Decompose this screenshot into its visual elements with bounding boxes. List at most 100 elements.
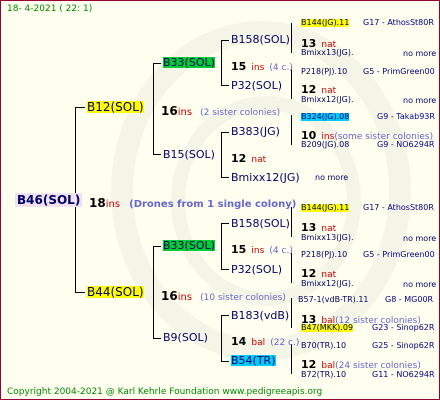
gen1-num: 16 (161, 289, 178, 303)
gen2-info: 15 ins (4 c.) (231, 57, 293, 73)
gen2-num: 14 (231, 335, 247, 348)
connector-line (291, 115, 292, 145)
gen4-code: G8 - MG00R (385, 295, 434, 304)
queen-node-gen2[interactable]: B9(SOL) (163, 332, 208, 343)
gen2-ins: bal (251, 338, 266, 348)
connector-line (153, 246, 161, 247)
gen4-code: no more (403, 280, 437, 289)
gen1-ins: ins (177, 292, 193, 303)
queen-node-gen2[interactable]: B15(SOL) (163, 149, 215, 160)
queen-node-gen4[interactable]: P218(PJ).10 (301, 68, 347, 76)
queen-node-gen3[interactable]: B158(SOL) (231, 218, 290, 229)
gen2-num: 15 (231, 60, 247, 73)
gen4-code: G23 - Sinop62R (372, 323, 435, 332)
queen-node-gen4[interactable]: B72(TR).10 (301, 371, 346, 379)
connector-line (221, 85, 229, 86)
gen2-info: 15 ins (4 c.) (231, 240, 293, 256)
queen-node-gen1[interactable]: B12(SOL) (87, 101, 144, 113)
gen3-info: 12 nat (301, 80, 336, 96)
pedigree-frame: 18- 4-2021 ( 22: 1) Copyright 2004-2021 … (0, 0, 440, 400)
connector-line (221, 223, 229, 224)
queen-node-gen4[interactable]: Bmixx12(JG). (301, 280, 354, 288)
gen2-ins: ins (251, 63, 265, 73)
gen2-num: 12 (231, 152, 247, 165)
gen1-info: 16ins (10 sister colonies) (161, 287, 286, 303)
connector-line (221, 132, 222, 178)
gen1-info: 16ins (2 sister colonies) (161, 102, 280, 118)
connector-line (221, 177, 229, 178)
connector-line (221, 361, 229, 362)
gen3-info: 12 nat (301, 264, 336, 280)
connector-line (75, 292, 85, 293)
gen4-code: no more (403, 96, 437, 105)
no-more-label: no more (315, 173, 349, 182)
queen-node-gen3[interactable]: B54(TR) (231, 355, 276, 366)
queen-node-gen4[interactable]: Bmixx13(JG). (301, 234, 354, 242)
queen-node-gen4[interactable]: B47(MKK).09 (301, 324, 354, 332)
gen3-info: 13 nat (301, 218, 336, 234)
queen-node-gen2[interactable]: B33(SOL) (163, 57, 215, 68)
queen-node-gen2[interactable]: B33(SOL) (163, 240, 215, 251)
queen-node-gen4[interactable]: B144(JG).11 (301, 204, 350, 212)
connector-line (153, 63, 154, 155)
connector-line (221, 315, 229, 316)
gen4-code: G25 - Sinop62R (372, 341, 435, 350)
gen1-ins: ins (177, 107, 193, 118)
queen-node-gen4[interactable]: B144(JG).11 (301, 19, 350, 27)
connector-line (75, 107, 85, 108)
gen4-code: G9 - NO6294R (377, 140, 435, 149)
connector-line (291, 23, 292, 53)
gen2-ins: ins (251, 246, 265, 256)
queen-node-gen3[interactable]: B158(SOL) (231, 34, 290, 45)
queen-node-root[interactable]: B46(SOL) (15, 193, 83, 207)
gen4-code: no more (403, 49, 437, 58)
gen4-code: G5 - PrimGreen00 (363, 250, 435, 259)
copyright-footer: Copyright 2004-2021 @ Karl Kehrle Founda… (7, 387, 323, 397)
connector-line (291, 298, 292, 328)
gen4-code: no more (403, 234, 437, 243)
queen-node-gen3[interactable]: P32(SOL) (231, 264, 282, 275)
queen-node-gen1[interactable]: B44(SOL) (87, 286, 144, 298)
connector-line (221, 132, 229, 133)
root-num: 18 (89, 196, 106, 210)
connector-line (153, 338, 161, 339)
gen1-note: (2 sister colonies) (200, 108, 281, 118)
connector-line (291, 344, 292, 374)
gen4-code: G17 - AthosSt80R (363, 18, 434, 27)
queen-node-gen3[interactable]: B383(JG) (231, 126, 280, 137)
connector-line (221, 40, 222, 86)
gen2-note: (4 c.) (269, 246, 293, 256)
connector-line (221, 40, 229, 41)
gen2-info: 12 nat (231, 149, 266, 165)
gen1-num: 16 (161, 104, 178, 118)
gen4-code: G11 - NO6294R (372, 370, 435, 379)
root-note: (Drones from 1 single colony) (129, 199, 297, 210)
gen4-code: G17 - AthosSt80R (363, 203, 434, 212)
connector-line (221, 269, 229, 270)
gen4-code: G9 - Takab93R (377, 112, 435, 121)
queen-node-gen4[interactable]: B70(TR).10 (301, 342, 346, 350)
queen-node-gen4[interactable]: Bmixx13(JG). (301, 49, 354, 57)
gen2-ins: nat (251, 155, 267, 165)
gen2-note: (22 c.) (270, 338, 300, 348)
connector-line (291, 253, 292, 283)
gen2-num: 15 (231, 243, 247, 256)
connector-line (153, 154, 161, 155)
queen-node-gen4[interactable]: B209(JG).08 (301, 141, 349, 149)
queen-node-gen3[interactable]: B183(vdB) (231, 310, 289, 321)
queen-node-gen4[interactable]: P218(PJ).10 (301, 251, 347, 259)
queen-node-gen4[interactable]: Bmixx12(JG). (301, 96, 354, 104)
root-ins: ins (105, 199, 121, 210)
connector-line (153, 246, 154, 338)
queen-node-gen4[interactable]: B324(JG).08 (301, 113, 350, 121)
connector-line (221, 223, 222, 269)
gen3-info: 12 bal(24 sister colonies) (301, 355, 421, 371)
queen-node-gen3[interactable]: P32(SOL) (231, 80, 282, 91)
gen1-note: (10 sister colonies) (200, 293, 286, 303)
queen-node-gen3[interactable]: Bmixx12(JG) (231, 172, 300, 183)
connector-line (153, 63, 161, 64)
connector-line (291, 69, 292, 99)
root-info: 18ins (Drones from 1 single colony) (89, 194, 296, 210)
connector-line (291, 207, 292, 237)
queen-node-gen4[interactable]: B57-1(vdB-TR).11 (298, 296, 369, 304)
